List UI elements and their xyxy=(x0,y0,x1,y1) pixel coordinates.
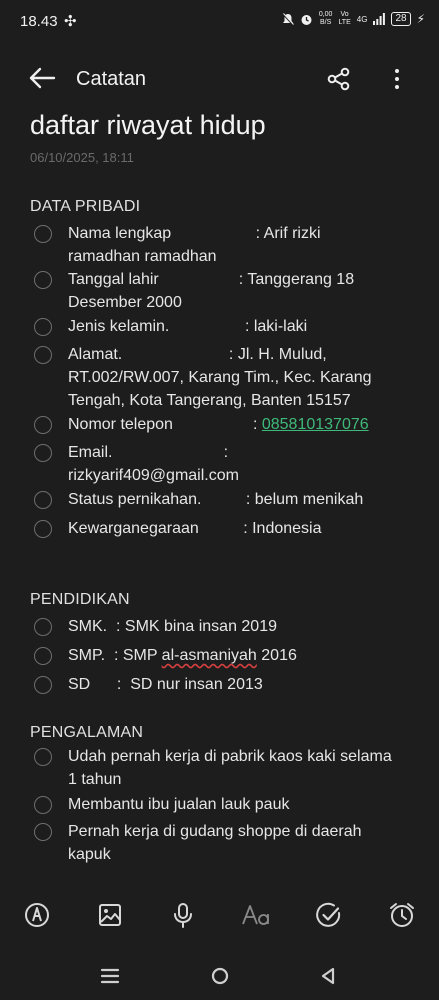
network-type: 4G xyxy=(356,14,368,24)
home-circle-icon xyxy=(211,967,229,985)
home-button[interactable] xyxy=(205,961,235,991)
pen-icon xyxy=(25,903,49,927)
app-bar: Catatan xyxy=(0,56,439,102)
volte-top: Vo xyxy=(340,11,349,18)
item-text-line1[interactable]: Alamat. : Jl. H. Mulud, xyxy=(68,343,327,366)
item-text-line1[interactable]: Nomor telepon : 085810137076 xyxy=(68,413,369,436)
checklist-icon xyxy=(316,902,341,927)
fan-notification-icon: ✣ xyxy=(64,13,77,30)
item-text-line1[interactable]: SD : SD nur insan 2013 xyxy=(68,673,263,696)
volte-bottom: LTE xyxy=(338,19,351,26)
share-icon xyxy=(327,67,350,91)
item-text-line1[interactable]: Udah pernah kerja di pabrik kaos kaki se… xyxy=(68,745,392,768)
section-header-personal: DATA PRIBADI xyxy=(30,198,141,215)
smp-prefix: SMP. : SMP xyxy=(68,647,162,664)
handwriting-button[interactable] xyxy=(22,900,52,930)
recent-apps-button[interactable] xyxy=(95,961,125,991)
status-icons: 0,00 B/S Vo LTE 4G 28 ⚡ xyxy=(282,11,425,27)
item-text-line1[interactable]: Tanggal lahir : Tanggerang 18 xyxy=(68,268,354,291)
checkbox[interactable] xyxy=(34,225,52,243)
text-format-icon xyxy=(242,905,269,925)
checkbox[interactable] xyxy=(34,416,52,434)
back-button[interactable] xyxy=(28,66,56,90)
item-text-line1[interactable]: SMK. : SMK bina insan 2019 xyxy=(68,615,277,638)
mute-icon xyxy=(282,12,294,26)
editor-toolbar xyxy=(0,895,439,935)
checkbox[interactable] xyxy=(34,823,52,841)
voice-record-button[interactable] xyxy=(168,900,198,930)
image-icon xyxy=(99,904,121,926)
checkbox[interactable] xyxy=(34,444,52,462)
insert-image-button[interactable] xyxy=(95,900,125,930)
item-text-line2[interactable]: Desember 2000 xyxy=(68,291,182,314)
item-text-line2[interactable]: rizkyarif409@gmail.com xyxy=(68,464,239,487)
item-text-line1[interactable]: Jenis kelamin. : laki-laki xyxy=(68,315,307,338)
app-title: Catatan xyxy=(76,68,147,90)
microphone-icon xyxy=(174,903,192,928)
more-options-button[interactable] xyxy=(385,66,409,92)
checkbox[interactable] xyxy=(34,520,52,538)
item-text-line1[interactable]: Pernah kerja di gudang shoppe di daerah xyxy=(68,820,362,843)
charging-icon: ⚡ xyxy=(416,12,425,26)
back-arrow-icon xyxy=(29,67,56,89)
note-date: 06/10/2025, 18:11 xyxy=(30,150,134,165)
checkbox[interactable] xyxy=(34,271,52,289)
text-format-button[interactable] xyxy=(240,900,274,930)
item-text-line1[interactable]: Nama lengkap : Arif rizki xyxy=(68,222,321,245)
item-text-line2[interactable]: ramadhan ramadhan xyxy=(68,245,217,268)
checkbox[interactable] xyxy=(34,318,52,336)
phone-label: Nomor telepon : xyxy=(68,416,262,433)
checkbox[interactable] xyxy=(34,618,52,636)
checklist-button[interactable] xyxy=(314,900,344,930)
nav-back-button[interactable] xyxy=(313,961,343,991)
reminder-button[interactable] xyxy=(387,900,417,930)
menu-lines-icon xyxy=(100,968,120,984)
system-nav-bar xyxy=(0,955,439,1000)
note-title[interactable]: daftar riwayat hidup xyxy=(30,110,266,141)
battery-indicator: 28 xyxy=(391,12,411,26)
alarm-icon xyxy=(390,903,414,927)
checkbox[interactable] xyxy=(34,491,52,509)
item-text-line2[interactable]: RT.002/RW.007, Karang Tim., Kec. Karang xyxy=(68,366,372,389)
item-text-line1[interactable]: SMP. : SMP al-asmaniyah 2016 xyxy=(68,644,297,667)
net-speed-value: 0,00 xyxy=(318,11,333,18)
status-bar: 18.43 ✣ 0,00 B/S Vo LTE 4G 28 ⚡ xyxy=(0,0,439,44)
item-text-line2[interactable]: 1 tahun xyxy=(68,768,121,791)
item-text-line1[interactable]: Email. : xyxy=(68,441,228,464)
checkbox[interactable] xyxy=(34,676,52,694)
volte-label: Vo LTE xyxy=(338,11,350,27)
back-triangle-icon xyxy=(321,967,335,985)
net-speed-unit: B/S xyxy=(319,19,332,26)
smp-year: 2016 xyxy=(256,647,297,664)
item-text-line1[interactable]: Kewarganegaraan : Indonesia xyxy=(68,517,322,540)
phone-link[interactable]: 085810137076 xyxy=(262,416,369,433)
signal-icon xyxy=(373,13,386,25)
item-text-line1[interactable]: Status pernikahan. : belum menikah xyxy=(68,488,363,511)
section-header-experience: PENGALAMAN xyxy=(30,724,144,741)
status-time: 18.43 xyxy=(20,13,58,30)
checkbox[interactable] xyxy=(34,748,52,766)
spellcheck-word[interactable]: al-asmaniyah xyxy=(162,647,257,664)
checkbox[interactable] xyxy=(34,346,52,364)
alarm-status-icon xyxy=(301,14,312,25)
more-vertical-icon xyxy=(395,69,399,89)
checkbox[interactable] xyxy=(34,647,52,665)
share-button[interactable] xyxy=(326,66,352,92)
item-text-line3[interactable]: Tengah, Kota Tangerang, Banten 15157 xyxy=(68,389,351,412)
net-speed: 0,00 B/S xyxy=(319,11,333,27)
section-header-education: PENDIDIKAN xyxy=(30,591,130,608)
checkbox[interactable] xyxy=(34,796,52,814)
item-text-line2[interactable]: kapuk xyxy=(68,843,111,866)
item-text-line1[interactable]: Membantu ibu jualan lauk pauk xyxy=(68,793,289,816)
